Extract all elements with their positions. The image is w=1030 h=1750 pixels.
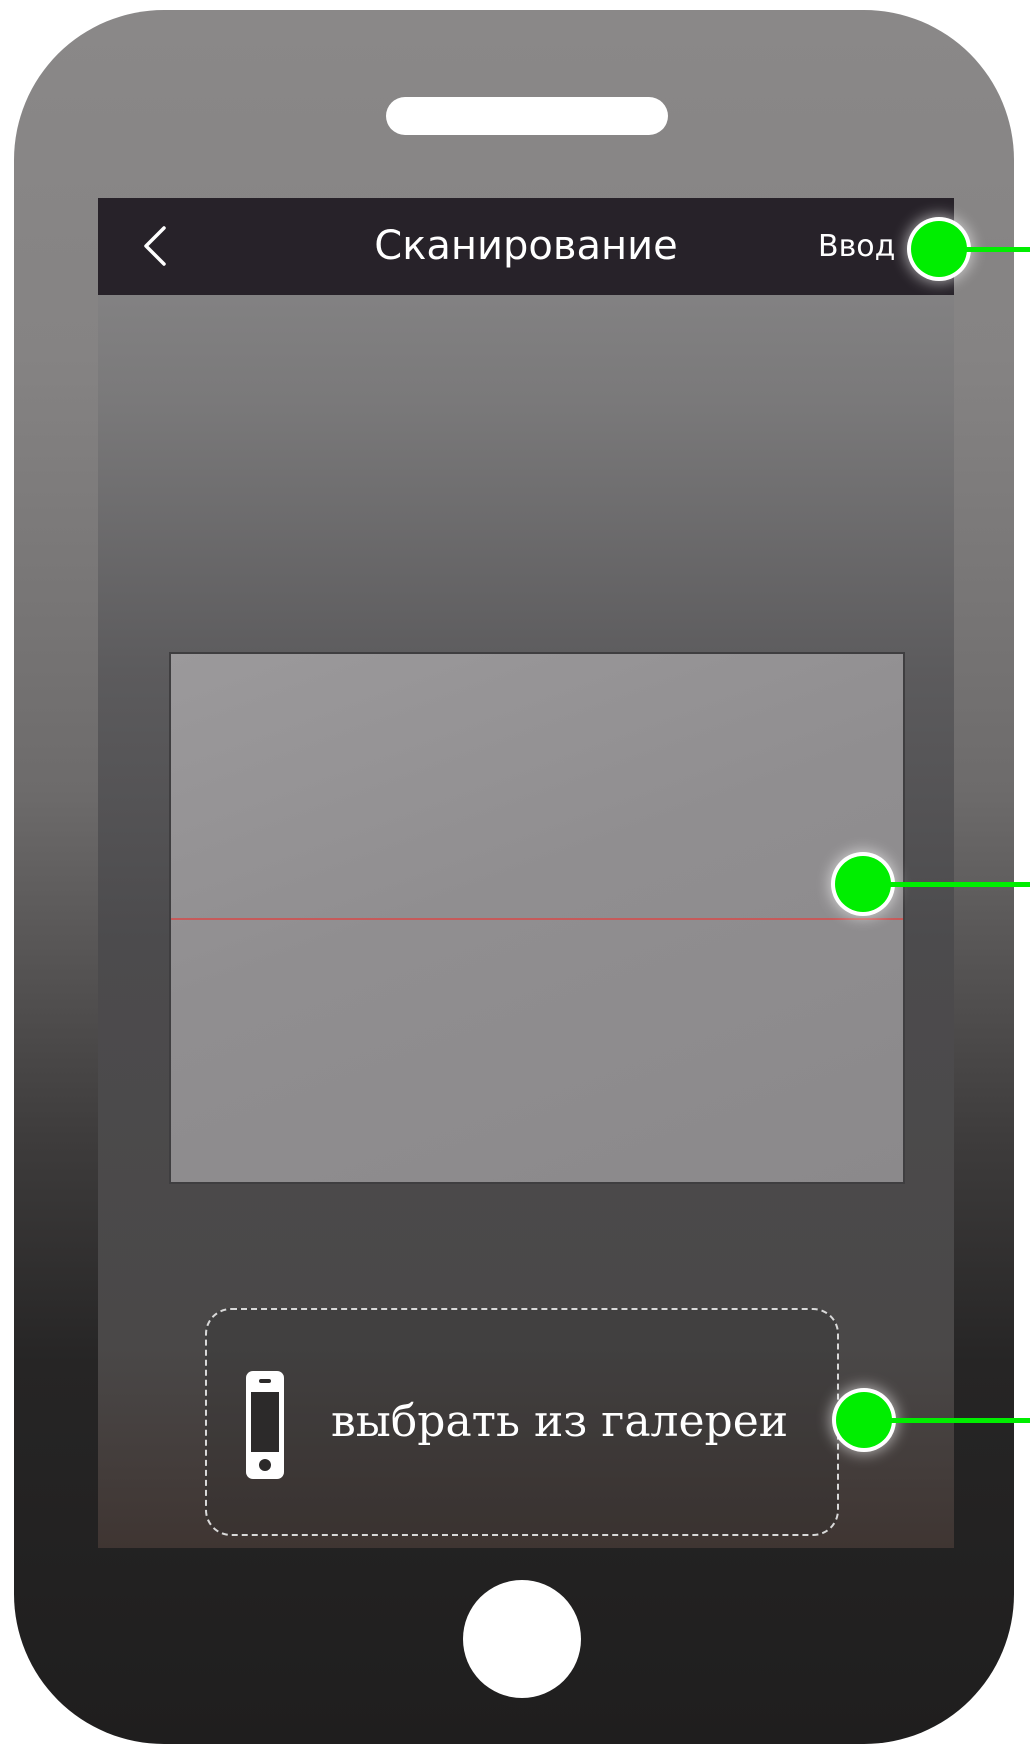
scan-area	[169, 652, 905, 1184]
annotation-marker-gallery	[836, 1392, 892, 1448]
app-screen: Сканирование Ввод выбрать из галереи	[98, 198, 954, 1548]
page-title: Сканирование	[374, 223, 678, 269]
phone-speaker	[386, 97, 668, 135]
chevron-left-icon[interactable]	[138, 224, 174, 268]
annotation-line-gallery	[885, 1418, 1030, 1423]
manual-input-button[interactable]: Ввод	[818, 198, 895, 295]
smartphone-icon	[246, 1371, 284, 1479]
annotation-line-scan-area	[884, 882, 1030, 887]
home-button[interactable]	[463, 1580, 581, 1698]
annotation-marker-scan-area	[835, 856, 891, 912]
annotation-marker-input	[911, 221, 967, 277]
top-navigation-bar: Сканирование Ввод	[98, 198, 954, 295]
choose-from-gallery-button[interactable]: выбрать из галереи	[205, 1308, 839, 1536]
scan-line	[171, 918, 903, 920]
gallery-label: выбрать из галереи	[331, 1396, 789, 1447]
annotation-line-input	[960, 247, 1030, 252]
